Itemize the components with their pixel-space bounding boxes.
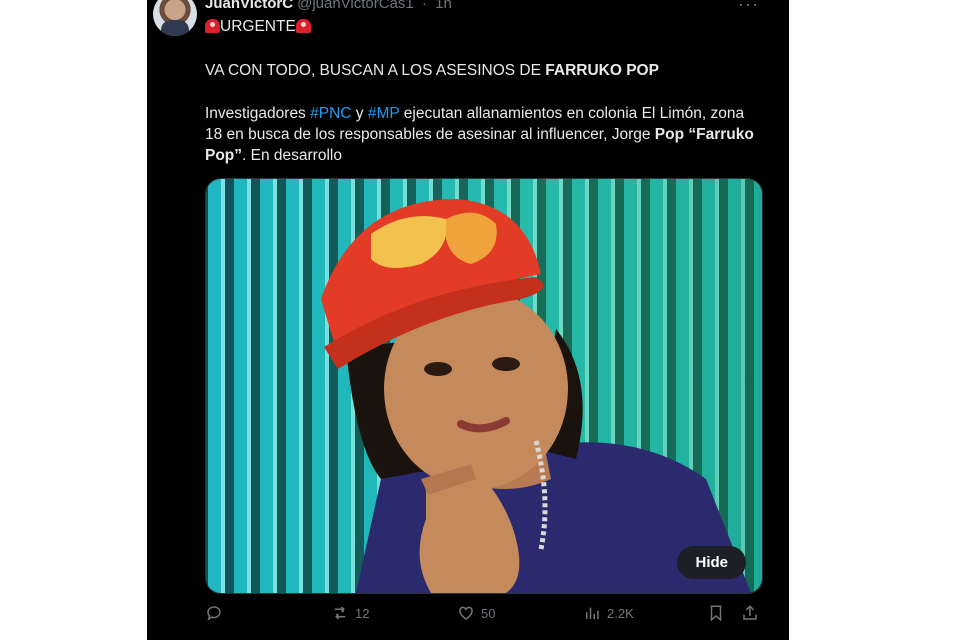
retweet-count: 12 [355,605,370,621]
photo-illustration [206,179,762,593]
share-button[interactable] [741,604,765,622]
bookmark-button[interactable] [707,604,731,622]
tweet-header: JuanVictorC @juanVictorCas1 · 1h [205,0,452,12]
views-icon [586,607,599,619]
retweet-button[interactable]: 12 [331,604,369,622]
headline-bold: FARRUKO POP [545,62,659,79]
handle[interactable]: @juanVictorCas1 [297,0,414,12]
headline-text: VA CON TODO, BUSCAN A LOS ASESINOS DE [205,62,546,79]
tweet-panel: JuanVictorC @juanVictorCas1 · 1h ··· URGE… [147,0,789,640]
tweet-headline: VA CON TODO, BUSCAN A LOS ASESINOS DE FA… [205,60,755,81]
reply-button[interactable] [205,604,229,622]
body-text: y [351,105,368,122]
siren-icon [295,19,311,33]
avatar[interactable] [153,0,197,36]
separator: · [421,0,427,12]
action-bar: 12 50 2.2K [205,604,765,628]
views-button[interactable]: 2.2K [583,604,634,622]
hashtag-mp[interactable]: #MP [368,105,400,122]
display-name[interactable]: JuanVictorC [205,0,293,12]
tweet-body: Investigadores #PNC y #MP ejecutan allan… [205,103,755,166]
like-button[interactable]: 50 [457,604,495,622]
urgent-line: URGENTE [205,16,755,37]
hide-button[interactable]: Hide [677,546,746,579]
hashtag-pnc[interactable]: #PNC [310,105,351,122]
urgent-label: URGENTE [220,18,296,35]
body-bold: Pop [654,126,685,143]
views-count: 2.2K [607,605,634,621]
timestamp[interactable]: 1h [435,0,452,12]
more-options-icon[interactable]: ··· [738,0,759,15]
like-icon [459,606,473,620]
share-icon [743,605,757,620]
reply-icon [207,606,221,621]
siren-icon [205,19,220,33]
retweet-icon [334,606,346,620]
like-count: 50 [481,605,496,621]
tweet-photo[interactable]: Hide [205,178,763,594]
body-text: . En desarrollo [242,147,342,164]
bookmark-icon [710,605,722,622]
body-text: Investigadores [205,105,311,122]
